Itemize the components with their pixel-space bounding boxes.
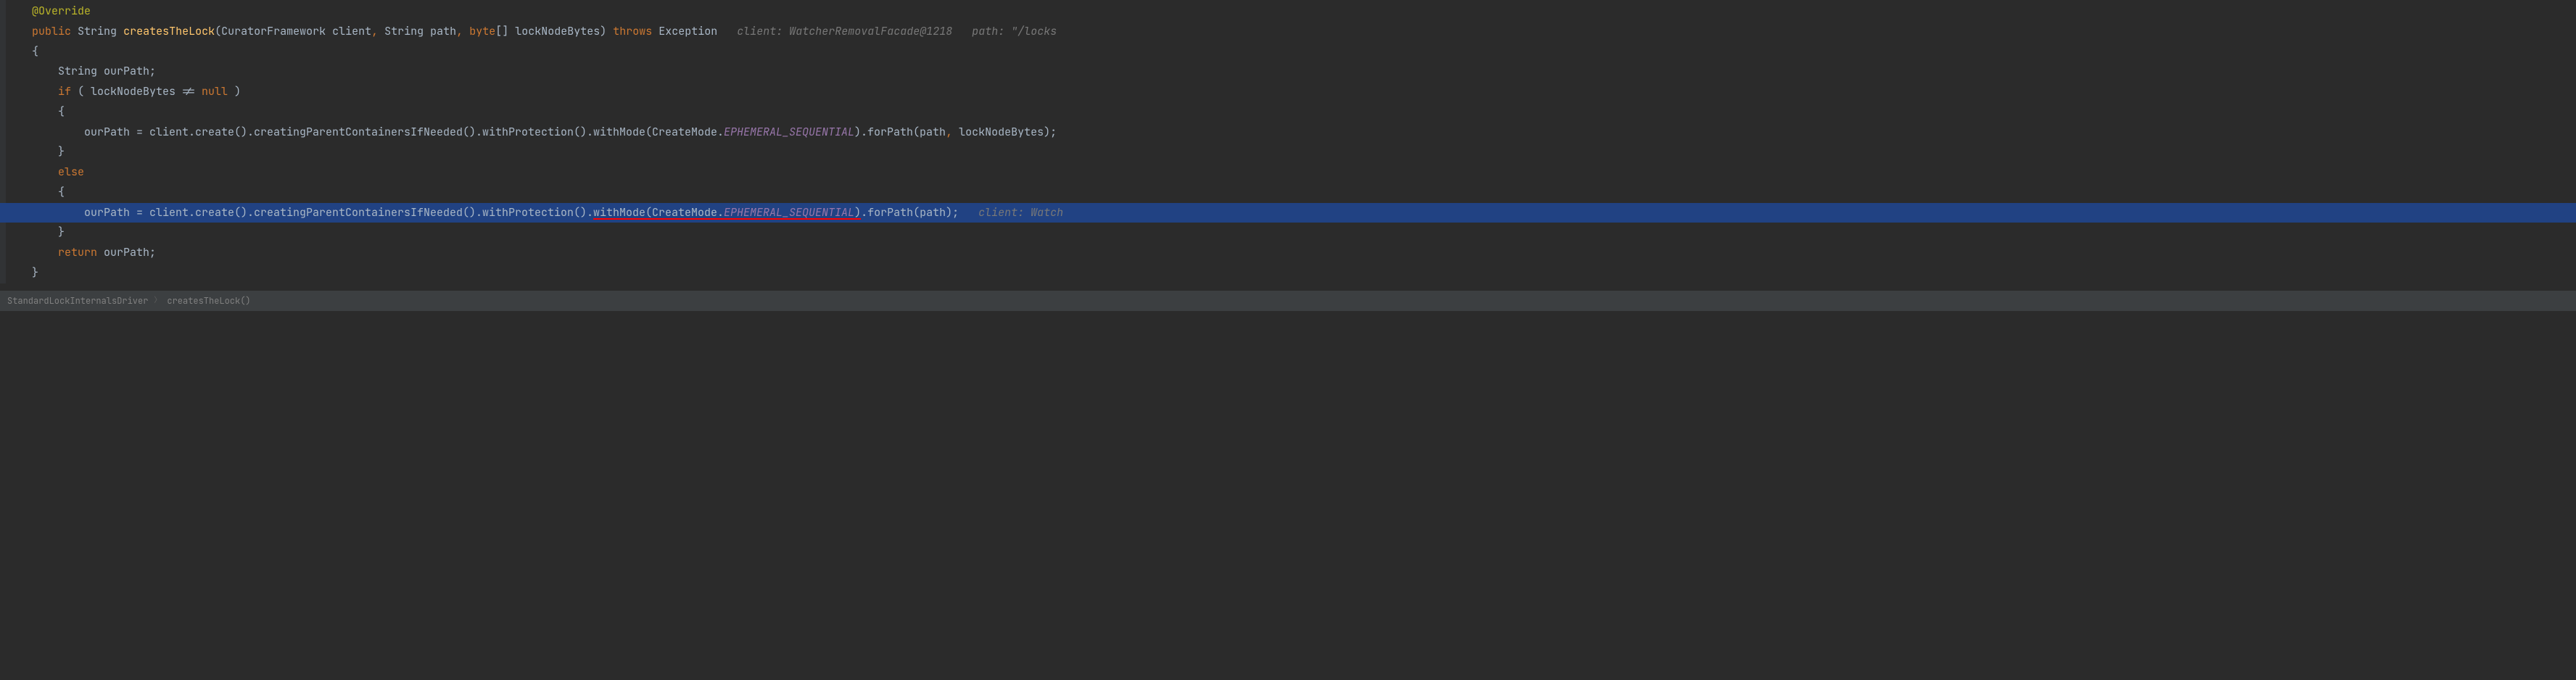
code-line[interactable]: } <box>0 223 2576 243</box>
code-text: ourPath = client.create().creatingParent… <box>84 125 724 139</box>
brace: { <box>32 44 38 59</box>
code-line[interactable]: { <box>0 42 2576 62</box>
inline-hint: client: Watch <box>959 205 1063 220</box>
code-error-underline: withMode(CreateMode. <box>593 205 724 220</box>
code-line[interactable]: public String createsTheLock(CuratorFram… <box>0 22 2576 42</box>
brace: } <box>58 225 65 239</box>
code-line[interactable]: return ourPath; <box>0 243 2576 263</box>
enum-constant-error: EPHEMERAL_SEQUENTIAL <box>724 205 854 220</box>
code-line[interactable]: } <box>0 263 2576 283</box>
code-line-highlighted[interactable]: ourPath = client.create().creatingParent… <box>0 203 2576 223</box>
type: String <box>58 64 97 78</box>
code-line[interactable]: } <box>0 142 2576 162</box>
brace: } <box>32 265 38 280</box>
comma: , <box>371 24 378 38</box>
keyword-if: if <box>58 84 71 99</box>
type: CuratorFramework <box>221 24 326 38</box>
code-line[interactable]: ourPath = client.create().creatingParent… <box>0 123 2576 143</box>
brace: { <box>58 185 65 199</box>
type: String <box>78 24 117 38</box>
keyword-else: else <box>58 165 84 179</box>
brace: } <box>58 144 65 159</box>
code-editor[interactable]: @Override public String createsTheLock(C… <box>0 0 2576 283</box>
code-line[interactable]: @Override <box>0 1 2576 22</box>
type: String <box>378 24 424 38</box>
keyword-public: public <box>32 24 71 38</box>
code-line[interactable]: else <box>0 162 2576 183</box>
code-text: lockNodeBytes); <box>952 125 1057 139</box>
keyword-null: null <box>202 84 228 99</box>
keyword-throws: throws <box>606 24 652 38</box>
keyword-return: return <box>58 245 97 260</box>
keyword-byte: byte <box>463 24 495 38</box>
brace: { <box>58 104 65 119</box>
paren: ) <box>600 24 606 38</box>
type: Exception <box>652 24 717 38</box>
text: ) <box>228 84 241 99</box>
method-name: createsTheLock <box>123 24 215 38</box>
code-line[interactable]: { <box>0 183 2576 203</box>
inline-hint: path: "/locks <box>952 24 1057 38</box>
comma: , <box>946 125 952 139</box>
code-line[interactable]: if ( lockNodeBytes != null ) <box>0 82 2576 102</box>
code-line[interactable]: { <box>0 102 2576 123</box>
paren: ( <box>215 24 221 38</box>
breadcrumb-bar: StandardLockInternalsDriver 〉 createsThe… <box>0 291 2576 311</box>
param: path <box>424 24 456 38</box>
code-line[interactable]: String ourPath; <box>0 62 2576 82</box>
breadcrumb-item[interactable]: StandardLockInternalsDriver <box>7 293 148 309</box>
code-text: .forPath(path); <box>861 205 959 220</box>
brackets: [] <box>495 24 508 38</box>
enum-constant: EPHEMERAL_SEQUENTIAL <box>724 125 854 139</box>
annotation: @Override <box>32 4 91 18</box>
var: ourPath; <box>97 245 156 260</box>
param: client <box>326 24 371 38</box>
breadcrumb-item[interactable]: createsTheLock() <box>167 293 250 309</box>
code-text: ourPath = client.create().creatingParent… <box>84 205 593 220</box>
inline-hint: client: WatcherRemovalFacade@1218 <box>717 24 952 38</box>
comma: , <box>456 24 463 38</box>
chevron-right-icon: 〉 <box>154 294 161 307</box>
param: lockNodeBytes <box>508 24 600 38</box>
var: ourPath; <box>97 64 156 78</box>
code-text: ).forPath(path <box>854 125 946 139</box>
condition: ( lockNodeBytes != <box>71 84 202 99</box>
code-error-underline: ) <box>854 205 861 220</box>
